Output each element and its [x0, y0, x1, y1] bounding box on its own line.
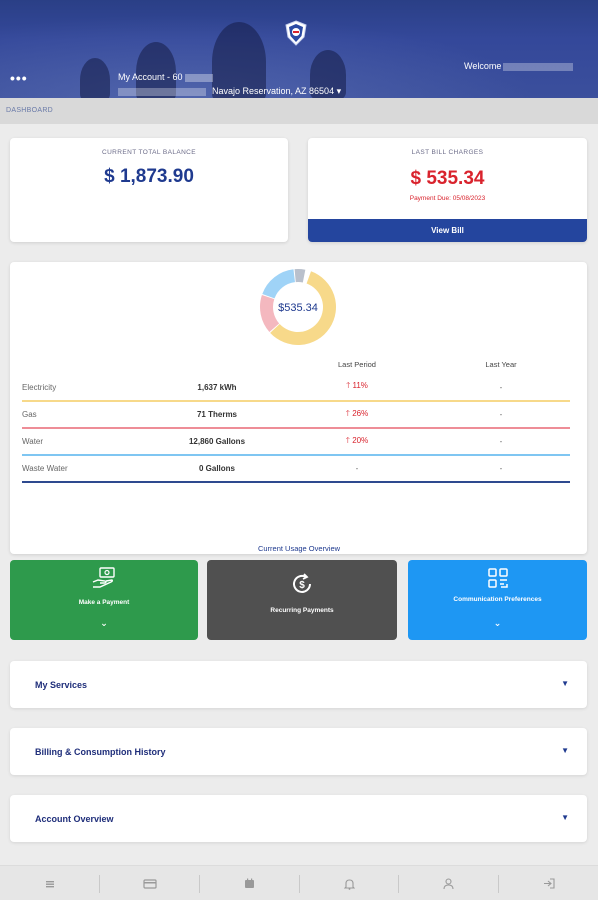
hand-money-icon [92, 567, 115, 588]
usage-value: 0 Gallons [152, 455, 282, 483]
usage-name: Electricity [22, 374, 152, 402]
usage-value: 1,637 kWh [152, 374, 282, 402]
usage-row-electricity: Electricity 1,637 kWh 🡑 11% - [22, 374, 570, 402]
recurring-dollar-icon: $ [293, 573, 311, 593]
last-bill-amount: $ 535.34 [410, 168, 485, 189]
up-arrow-icon: 🡑 [345, 435, 350, 445]
usage-row-gas: Gas 71 Therms 🡑 26% - [22, 401, 570, 429]
caret-down-icon: ▼ [561, 813, 569, 822]
nav-home[interactable] [0, 866, 99, 900]
usage-last-period-value: 20% [352, 435, 369, 445]
up-arrow-icon: 🡑 [345, 408, 350, 418]
welcome-label: Welcome [464, 61, 574, 71]
current-balance-label: CURRENT TOTAL BALANCE [101, 149, 196, 156]
make-payment-label: Make a Payment [78, 599, 130, 606]
last-bill-label: LAST BILL CHARGES [411, 149, 484, 156]
usage-name: Water [22, 428, 152, 456]
logout-icon [543, 878, 555, 889]
usage-last-year: - [432, 428, 570, 456]
breadcrumb-bar: DASHBOARD [0, 98, 598, 124]
usage-value: 12,860 Gallons [152, 428, 282, 456]
svg-text:$: $ [299, 580, 305, 591]
usage-last-period-value: 11% [352, 381, 368, 390]
utility-logo-icon [285, 20, 307, 46]
last-year-header: Last Year [485, 359, 517, 369]
usage-header-blank [22, 354, 152, 374]
donut-center-label: $535.34 [278, 302, 318, 314]
up-arrow-icon: 🡑 [346, 381, 351, 390]
chevron-down-icon: ⌄ [493, 618, 502, 628]
nav-notifications[interactable] [300, 866, 399, 900]
usage-table-header: Last Period Last Year [22, 354, 570, 374]
header-banner: ••• My Account - 60 Navajo Reservation, … [0, 0, 598, 98]
nav-billing[interactable] [100, 866, 199, 900]
user-icon [443, 877, 454, 889]
bottom-navigation [0, 865, 598, 900]
usage-last-period: 🡑 20% [282, 428, 432, 456]
usage-last-year: - [432, 401, 570, 429]
calendar-icon [245, 878, 254, 888]
usage-last-period: 🡑 11% [282, 374, 432, 402]
caret-down-icon: ▼ [561, 679, 569, 688]
last-bill-card: LAST BILL CHARGES $ 535.34 Payment Due: … [308, 138, 587, 242]
nav-logout[interactable] [499, 866, 598, 900]
usage-last-year: - [432, 374, 570, 402]
make-payment-tile[interactable]: Make a Payment ⌄ [10, 560, 198, 640]
usage-value: 71 Therms [152, 401, 282, 429]
account-number-label: My Account - 60 [118, 72, 213, 82]
usage-last-period: 🡑 26% [282, 401, 432, 429]
card-icon [142, 878, 157, 889]
usage-name: Waste Water [22, 455, 152, 483]
usage-last-period-value: 26% [352, 408, 369, 418]
nav-calendar[interactable] [200, 866, 299, 900]
welcome-text: Welcome [464, 61, 502, 71]
my-services-label: My Services [35, 680, 88, 690]
chevron-down-icon: ⌄ [100, 618, 108, 628]
usage-row-waste-water: Waste Water 0 Gallons - - [22, 455, 570, 483]
usage-row-water: Water 12,860 Gallons 🡑 20% - [22, 428, 570, 456]
payment-due-text: Payment Due: 05/08/2023 [409, 195, 486, 202]
current-balance-card: CURRENT TOTAL BALANCE $ 1,873.90 [10, 138, 288, 242]
communication-preferences-label: Communication Preferences [453, 596, 542, 603]
current-balance-amount: $ 1,873.90 [104, 166, 194, 187]
usage-table: Last Period Last Year Electricity 1,637 … [22, 354, 570, 483]
account-address-text: Navajo Reservation, AZ 86504 ▾ [212, 86, 342, 96]
banner-silhouette [80, 58, 110, 98]
redacted-user-name [503, 62, 574, 71]
recurring-payments-label: Recurring Payments [270, 607, 334, 614]
usage-header-blank [152, 354, 282, 374]
account-address-selector[interactable]: Navajo Reservation, AZ 86504 ▾ [118, 86, 341, 97]
account-overview-label: Account Overview [35, 814, 114, 824]
bell-icon [344, 878, 355, 890]
usage-name: Gas [22, 401, 152, 429]
recurring-payments-tile[interactable]: $ Recurring Payments [207, 560, 397, 640]
usage-last-year: - [432, 455, 570, 483]
donut-segment-water [262, 269, 296, 299]
usage-donut-chart: $535.34 [260, 269, 336, 345]
redacted-street-address [118, 87, 206, 96]
more-dots-icon[interactable]: ••• [10, 70, 28, 86]
billing-history-label: Billing & Consumption History [35, 747, 166, 757]
usage-overview-caption: Current Usage Overview [257, 544, 341, 553]
home-icon [45, 880, 54, 887]
last-period-header: Last Period [338, 359, 376, 369]
communication-preferences-tile[interactable]: Communication Preferences ⌄ [408, 560, 587, 640]
nav-profile[interactable] [399, 866, 498, 900]
breadcrumb-dashboard[interactable]: DASHBOARD [6, 107, 53, 114]
account-overview-accordion[interactable]: Account Overview ▼ [10, 795, 587, 842]
billing-history-accordion[interactable]: Billing & Consumption History ▼ [10, 728, 587, 775]
donut-segment-waste-water [294, 269, 306, 283]
redacted-account-number [184, 73, 213, 82]
account-number-text: My Account - 60 [118, 72, 183, 82]
my-services-accordion[interactable]: My Services ▼ [10, 661, 587, 708]
caret-down-icon: ▼ [561, 746, 569, 755]
donut-segment-gas [260, 295, 280, 333]
qr-settings-icon [487, 568, 508, 588]
view-bill-button[interactable]: View Bill [308, 219, 587, 242]
usage-last-period: - [282, 455, 432, 483]
